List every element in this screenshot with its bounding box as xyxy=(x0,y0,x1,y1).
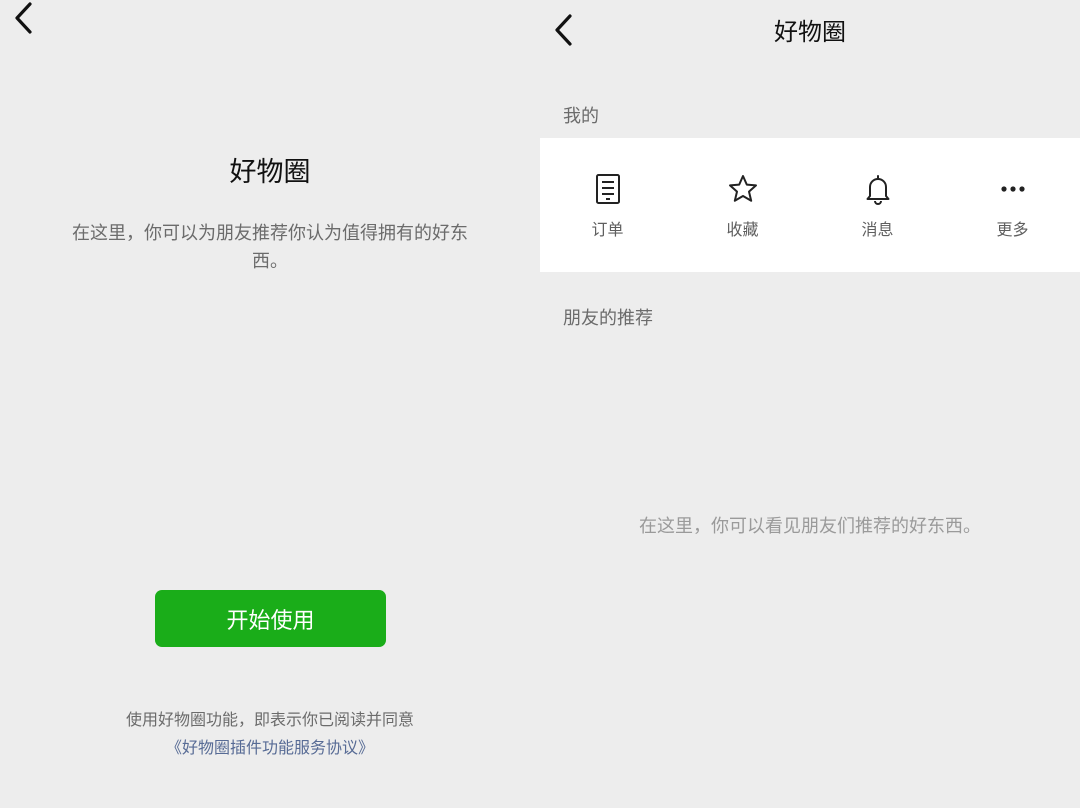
bell-icon xyxy=(861,172,895,206)
start-using-button[interactable]: 开始使用 xyxy=(155,590,386,647)
agreement-text: 使用好物圈功能，即表示你已阅读并同意 xyxy=(125,710,414,729)
section-label-friends: 朋友的推荐 xyxy=(563,308,653,329)
agreement-link[interactable]: 《好物圈插件功能服务协议》 xyxy=(40,734,500,762)
mine-item-messages[interactable]: 消息 xyxy=(810,138,945,272)
more-icon xyxy=(996,172,1030,206)
star-icon xyxy=(726,172,760,206)
mine-item-more[interactable]: 更多 xyxy=(945,138,1080,272)
intro-title: 好物圈 xyxy=(229,157,311,188)
mine-item-orders[interactable]: 订单 xyxy=(540,138,675,272)
intro-screen: 好物圈 在这里，你可以为朋友推荐你认为值得拥有的好东西。 开始使用 使用好物圈功… xyxy=(0,0,540,808)
mine-item-label: 消息 xyxy=(861,220,894,239)
mine-item-label: 更多 xyxy=(996,220,1029,239)
section-label-mine: 我的 xyxy=(563,106,599,127)
mine-item-favorites[interactable]: 收藏 xyxy=(675,138,810,272)
back-button[interactable] xyxy=(4,0,44,38)
empty-state-text: 在这里，你可以看见朋友们推荐的好东西。 xyxy=(639,516,981,537)
mine-card: 订单 收藏 消息 更多 xyxy=(540,138,1080,272)
back-arrow-icon xyxy=(15,2,32,34)
page-title: 好物圈 xyxy=(774,18,846,46)
order-icon xyxy=(591,172,625,206)
intro-description: 在这里，你可以为朋友推荐你认为值得拥有的好东西。 xyxy=(72,223,468,272)
main-screen: 好物圈 我的 订单 收藏 消息 更多 朋友的推荐 在这里，你可以看见朋友们推荐的… xyxy=(540,0,1080,808)
agreement-notice: 使用好物圈功能，即表示你已阅读并同意 《好物圈插件功能服务协议》 xyxy=(40,706,500,762)
mine-item-label: 订单 xyxy=(591,220,624,239)
mine-item-label: 收藏 xyxy=(726,220,759,239)
